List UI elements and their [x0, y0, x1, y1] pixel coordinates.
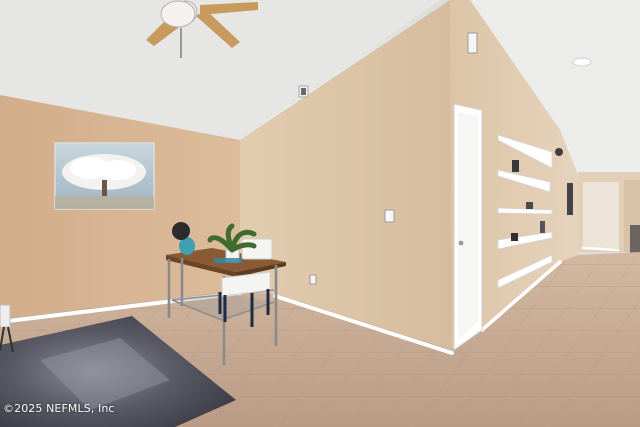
wall-vent [298, 85, 309, 98]
watermark: ©2025 NEFMLS, Inc [3, 402, 115, 415]
light-switch [384, 209, 395, 223]
thermostat [467, 32, 478, 54]
door [453, 103, 483, 351]
room-illustration [0, 0, 640, 427]
room-photo: ©2025 NEFMLS, Inc [0, 0, 640, 427]
tree-painting [54, 142, 155, 210]
recessed-light [572, 57, 592, 67]
outlet [309, 274, 317, 285]
